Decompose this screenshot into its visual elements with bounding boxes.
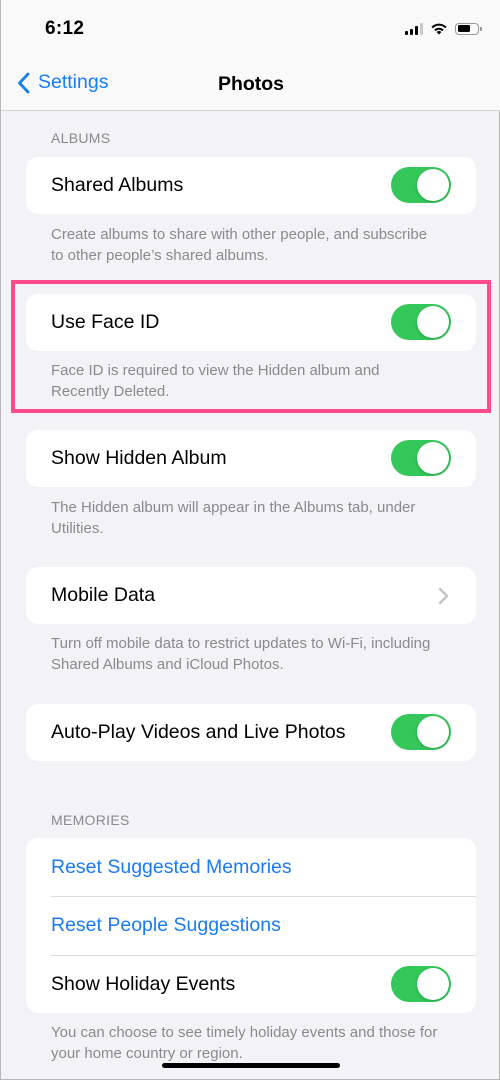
reset-people-suggestions-button[interactable]: Reset People Suggestions [51,914,476,937]
reset-suggested-memories-row[interactable]: Reset Suggested Memories [26,838,476,896]
reset-suggested-memories-button[interactable]: Reset Suggested Memories [51,856,476,879]
shared-albums-toggle[interactable] [391,167,451,203]
reset-people-suggestions-row[interactable]: Reset People Suggestions [26,896,476,955]
mobile-data-card[interactable]: Mobile Data [26,567,476,624]
show-hidden-album-row: Show Hidden Album [26,430,476,487]
show-hidden-album-footer: The Hidden album will appear in the Albu… [51,499,416,537]
shared-albums-footer: Create albums to share with other people… [51,226,428,264]
auto-play-row: Auto-Play Videos and Live Photos [26,704,476,761]
page-title: Photos [217,73,285,95]
status-time: 6:12 [45,18,85,39]
memories-card: Reset Suggested Memories Reset People Su… [26,838,476,1013]
memories-footer: You can choose to see timely holiday eve… [51,1024,438,1062]
use-face-id-card: Use Face ID [26,294,476,351]
home-indicator[interactable] [162,1063,340,1068]
navigation-bar: Settings Photos [1,58,500,111]
show-hidden-album-card: Show Hidden Album [26,430,476,487]
use-face-id-footer: Face ID is required to view the Hidden a… [51,362,380,400]
use-face-id-row: Use Face ID [26,294,476,351]
cellular-signal-icon [405,22,423,35]
shared-albums-card: Shared Albums [26,157,476,214]
shared-albums-row: Shared Albums [26,157,476,214]
status-icons [405,22,482,35]
show-holiday-events-row: Show Holiday Events [26,955,476,1013]
mobile-data-row[interactable]: Mobile Data [26,567,476,624]
wifi-icon [431,23,447,35]
show-holiday-events-toggle[interactable] [391,966,451,1002]
mobile-data-footer: Turn off mobile data to restrict updates… [51,635,431,673]
auto-play-card: Auto-Play Videos and Live Photos [26,704,476,761]
show-hidden-album-toggle[interactable] [391,440,451,476]
status-bar: 6:12 [1,0,500,58]
mobile-data-label: Mobile Data [51,584,156,606]
use-face-id-toggle[interactable] [391,304,451,340]
section-header-albums: ALBUMS [51,130,111,146]
chevron-right-icon [438,587,449,605]
section-header-memories: MEMORIES [51,812,130,828]
auto-play-toggle[interactable] [391,714,451,750]
battery-icon [455,22,482,35]
